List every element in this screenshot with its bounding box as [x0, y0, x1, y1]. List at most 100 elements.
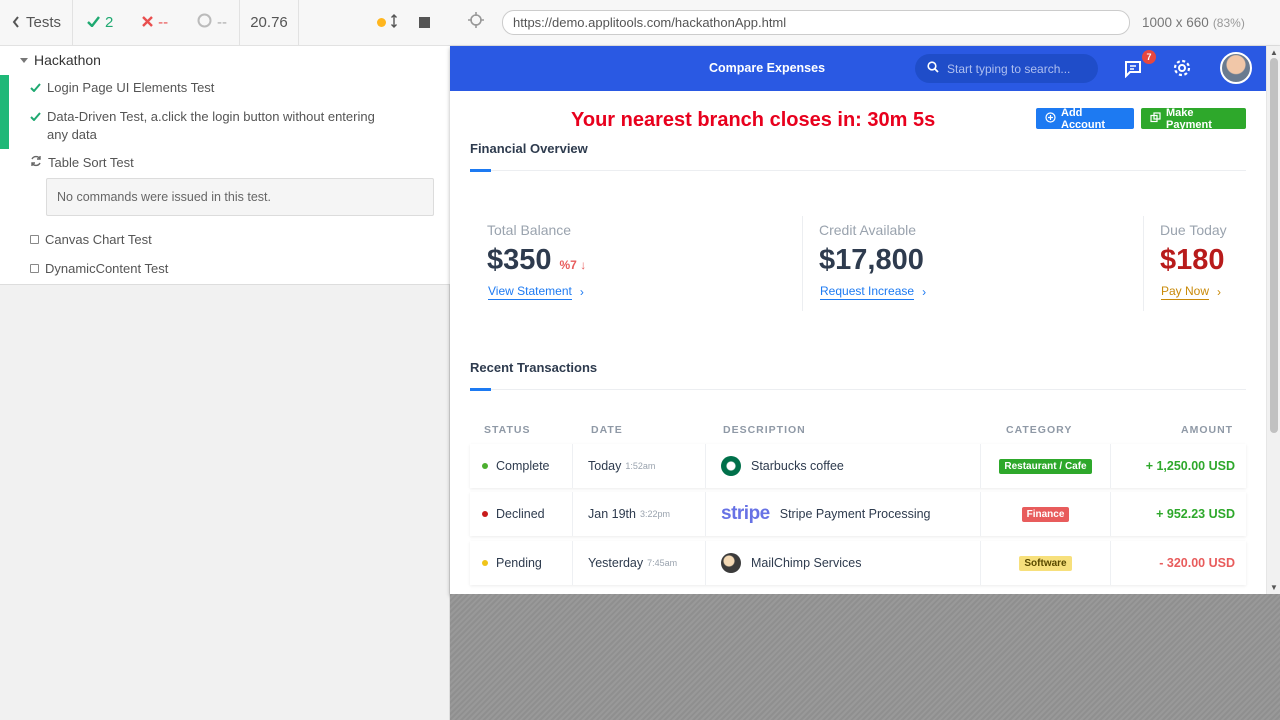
scroll-thumb[interactable]: [1270, 58, 1278, 433]
time-text: 3:22pm: [639, 509, 670, 519]
category-cell: Software: [981, 541, 1111, 585]
column-header-amount[interactable]: AMOUNT: [1181, 424, 1233, 436]
duration-value: 20.76: [250, 14, 288, 31]
passed-tests-bar: [0, 75, 9, 149]
amount-text: - 320.00 USD: [1159, 556, 1235, 570]
viewport-size: 1000 x 660 (83%): [1142, 15, 1245, 30]
date-text: Yesterday: [588, 556, 644, 570]
test-title: Login Page UI Elements Test: [47, 80, 215, 95]
section-divider: [470, 170, 1246, 171]
passed-count: 2: [105, 14, 114, 31]
spec-list: Hackathon Login Page UI Elements Test Da…: [0, 46, 450, 285]
failed-stat[interactable]: --: [142, 14, 168, 31]
pay-now-link[interactable]: Pay Now: [1161, 284, 1210, 300]
category-badge: Restaurant / Cafe: [999, 458, 1092, 474]
status-cell: Complete: [470, 444, 573, 488]
nav-title[interactable]: Compare Expenses: [709, 61, 825, 75]
view-statement-link[interactable]: View Statement: [488, 284, 572, 300]
resize-arrows-icon: [391, 13, 397, 32]
passed-stat[interactable]: 2: [87, 14, 113, 31]
column-header-date[interactable]: DATE: [591, 424, 623, 436]
card-label: Total Balance: [487, 222, 572, 238]
test-runner-pane: Tests 2 -- -- 20.76 Hackathon Login Page…: [0, 0, 450, 720]
card-label: Due Today: [1160, 222, 1227, 238]
card-value: $17,800: [819, 244, 924, 276]
add-account-button[interactable]: Add Account: [1036, 107, 1134, 131]
description-cell: MailChimp Services: [706, 541, 981, 585]
description-text: Stripe Payment Processing: [779, 507, 931, 521]
stripe-logo-icon: stripe: [721, 503, 770, 524]
starbucks-logo-icon: [721, 456, 741, 476]
chevron-left-icon: [12, 15, 20, 31]
test-title: Data-Driven Test, a.click the login butt…: [47, 109, 375, 142]
time-text: 7:45am: [647, 558, 678, 568]
notification-badge: 7: [1142, 50, 1156, 64]
status-text: Pending: [496, 556, 542, 570]
copy-icon: [1150, 111, 1161, 126]
runner-controls: [299, 0, 450, 46]
date-cell: Today 1:52am: [573, 444, 706, 488]
test-item-table-sort[interactable]: Table Sort Test: [30, 154, 410, 172]
test-title: DynamicContent Test: [45, 261, 169, 276]
column-header-description[interactable]: DESCRIPTION: [723, 424, 806, 436]
card-value: $180: [1160, 244, 1225, 276]
back-to-tests-button[interactable]: Tests: [0, 0, 73, 46]
section-accent: [470, 388, 491, 391]
chevron-right-icon: ›: [579, 284, 584, 299]
card-value: $350 %7 ↓: [487, 244, 587, 276]
test-item-dynamic-content[interactable]: DynamicContent Test: [30, 260, 410, 278]
search-input[interactable]: [947, 61, 1087, 76]
avatar[interactable]: [1220, 52, 1252, 84]
runner-header: Tests 2 -- -- 20.76: [0, 0, 450, 46]
status-text: Complete: [496, 459, 550, 473]
test-item-login-page[interactable]: Login Page UI Elements Test: [30, 79, 410, 97]
scroll-down-arrow-icon[interactable]: ▼: [1270, 583, 1278, 592]
plus-circle-icon: [1045, 111, 1056, 126]
date-cell: Yesterday 7:45am: [573, 541, 706, 585]
no-commands-message: No commands were issued in this test.: [46, 178, 434, 216]
table-row[interactable]: Declined Jan 19th 3:22pm stripe Stripe Payme…: [470, 492, 1246, 536]
balance-change: %7 ↓: [559, 258, 587, 272]
amount-cell: + 1,250.00 USD: [1111, 444, 1246, 488]
scroll-up-arrow-icon[interactable]: ▲: [1270, 48, 1278, 57]
search-icon: [927, 60, 939, 78]
table-row[interactable]: Pending Yesterday 7:45am MailChimp Services…: [470, 541, 1246, 585]
test-item-data-driven[interactable]: Data-Driven Test, a.click the login butt…: [30, 108, 390, 144]
pending-stat[interactable]: --: [197, 13, 227, 32]
amount-text: + 1,250.00 USD: [1145, 459, 1235, 473]
square-outline-icon: [30, 235, 39, 244]
x-icon: [142, 14, 154, 31]
test-item-canvas-chart[interactable]: Canvas Chart Test: [30, 231, 410, 249]
category-cell: Restaurant / Cafe: [981, 444, 1111, 488]
scrollbar[interactable]: ▲ ▼: [1266, 46, 1280, 594]
amount-cell: - 320.00 USD: [1111, 541, 1246, 585]
suite-title: Hackathon: [34, 52, 101, 68]
section-divider: [470, 389, 1246, 390]
date-text: Jan 19th: [588, 507, 636, 521]
card-divider: [1143, 216, 1144, 311]
column-header-category[interactable]: CATEGORY: [1006, 424, 1072, 436]
column-header-status[interactable]: STATUS: [484, 424, 530, 436]
due-today-card: Due Today $180 Pay Now ›: [1160, 222, 1227, 300]
description-text: Starbucks coffee: [751, 459, 844, 473]
url-bar[interactable]: https://demo.applitools.com/hackathonApp…: [502, 10, 1130, 35]
time-text: 1:52am: [625, 461, 656, 471]
date-cell: Jan 19th 3:22pm: [573, 492, 706, 536]
amount-cell: + 952.23 USD: [1111, 492, 1246, 536]
amount-text: + 952.23 USD: [1156, 507, 1235, 521]
total-balance-card: Total Balance $350 %7 ↓ View Statement ›: [487, 222, 586, 300]
selector-playground-button[interactable]: [450, 12, 502, 33]
category-badge: Software: [1019, 555, 1072, 571]
credit-available-card: Credit Available $17,800 Request Increas…: [819, 222, 926, 300]
request-increase-link[interactable]: Request Increase: [820, 284, 915, 300]
gear-icon[interactable]: [1172, 58, 1192, 83]
viewport-toggle[interactable]: [377, 13, 397, 32]
suite-hackathon[interactable]: Hackathon: [20, 52, 101, 68]
stop-icon[interactable]: [419, 17, 430, 28]
search-box[interactable]: [915, 54, 1098, 83]
table-header: STATUS DATE DESCRIPTION CATEGORY AMOUNT: [470, 424, 1246, 444]
table-row[interactable]: Complete Today 1:52am Starbucks coffee Resta…: [470, 444, 1246, 488]
description-text: MailChimp Services: [751, 556, 862, 570]
make-payment-button[interactable]: Make Payment: [1141, 107, 1246, 131]
chat-icon[interactable]: [1124, 58, 1146, 83]
